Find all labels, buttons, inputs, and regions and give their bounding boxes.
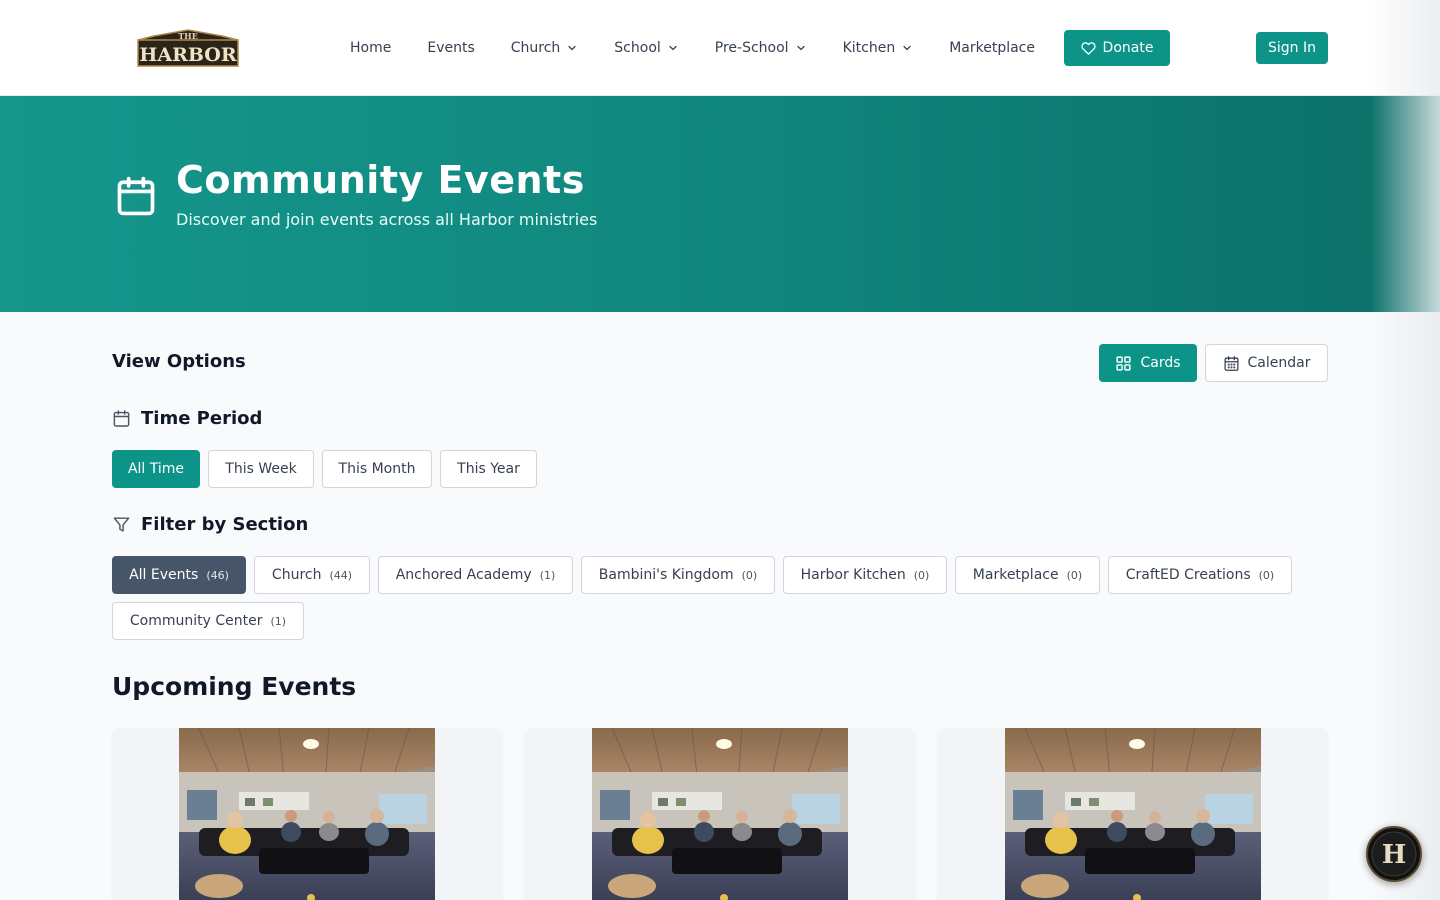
filter-chip-all-events[interactable]: All Events (46)	[112, 556, 246, 594]
filter-chip-anchored-academy[interactable]: Anchored Academy (1)	[378, 556, 573, 594]
filter-chip-label: Harbor Kitchen	[800, 567, 906, 583]
time-period-heading: Time Period	[112, 408, 262, 429]
heart-icon	[1080, 41, 1096, 55]
site-header: THE HARBOR Home Events Church School Pre-Sch…	[0, 0, 1440, 96]
filter-chip-count: (0)	[913, 568, 930, 582]
time-chip-all-time[interactable]: All Time	[112, 450, 200, 488]
badge-letter: H	[1382, 840, 1407, 870]
calendar-label: Calendar	[1247, 355, 1311, 371]
harbor-emblem-icon: H	[1371, 831, 1417, 877]
nav-item-kitchen[interactable]: Kitchen	[825, 30, 932, 66]
filter-chip-bambini-s-kingdom[interactable]: Bambini's Kingdom (0)	[581, 556, 775, 594]
event-photo	[1005, 728, 1261, 900]
chevron-down-icon	[669, 45, 677, 51]
filter-chip-label: Community Center	[129, 613, 263, 629]
event-card[interactable]	[525, 728, 915, 900]
filter-chip-label: Anchored Academy	[395, 567, 532, 583]
calendar-small-icon	[113, 410, 130, 427]
nav-item-church[interactable]: Church	[493, 30, 597, 66]
event-card[interactable]	[938, 728, 1328, 900]
time-chip-this-year[interactable]: This Year	[440, 450, 537, 488]
nav-item-home[interactable]: Home	[332, 30, 409, 66]
filter-title: Filter by Section	[141, 514, 309, 535]
nav-item-marketplace[interactable]: Marketplace	[931, 30, 1053, 66]
filter-chip-label: All Events	[129, 567, 199, 583]
filter-chip-church[interactable]: Church (44)	[254, 556, 370, 594]
page-subtitle: Discover and join events across all Harb…	[176, 210, 598, 229]
filter-chip-crafted-creations[interactable]: CraftED Creations (0)	[1108, 556, 1292, 594]
harbor-logo[interactable]: THE HARBOR	[134, 26, 242, 70]
nav-item-label: Pre-School	[714, 40, 789, 56]
filter-chip-count: (44)	[329, 568, 353, 582]
filter-chip-count: (1)	[270, 614, 287, 628]
event-photo	[592, 728, 848, 900]
sign-in-button[interactable]: Sign In	[1256, 32, 1328, 64]
logo-text-top: THE	[178, 31, 198, 41]
chevron-down-icon	[568, 45, 576, 51]
nav-item-label: School	[614, 40, 661, 56]
filter-icon	[113, 517, 130, 532]
nav-item-label: Church	[510, 40, 561, 56]
logo-text-main: HARBOR	[139, 44, 236, 66]
time-chip-this-week[interactable]: This Week	[208, 450, 314, 488]
filter-chip-count: (46)	[206, 568, 229, 582]
filter-chip-label: Church	[271, 567, 322, 583]
chevron-down-icon	[796, 45, 805, 51]
nav-item-label: Events	[427, 40, 475, 56]
filter-chip-count: (0)	[1258, 568, 1275, 582]
filter-chip-label: Bambini's Kingdom	[598, 567, 734, 583]
calendar-view-button[interactable]: Calendar	[1205, 344, 1328, 382]
time-chip-this-month[interactable]: This Month	[322, 450, 432, 488]
filter-chip-community-center[interactable]: Community Center (1)	[112, 602, 304, 640]
nav-item-label: Kitchen	[842, 40, 896, 56]
upcoming-events-title: Upcoming Events	[112, 672, 357, 701]
donate-button[interactable]: Donate	[1064, 30, 1170, 66]
nav-item-pre-school[interactable]: Pre-School	[697, 30, 825, 66]
nav-item-label: Home	[350, 40, 392, 56]
filter-chip-count: (1)	[539, 568, 556, 582]
floating-harbor-button[interactable]: H	[1366, 826, 1422, 882]
filter-chip-count: (0)	[1066, 568, 1083, 582]
grid-icon	[1116, 355, 1132, 371]
filter-heading: Filter by Section	[112, 514, 308, 535]
cards-label: Cards	[1140, 355, 1181, 371]
filter-chip-count: (0)	[741, 568, 758, 582]
page-title: Community Events	[176, 158, 585, 202]
chevron-down-icon	[903, 45, 911, 51]
event-photo	[179, 728, 435, 900]
donate-label: Donate	[1102, 40, 1154, 56]
main-nav: Home Events Church School Pre-School Kitchen M…	[332, 30, 1053, 66]
filter-chip-marketplace[interactable]: Marketplace (0)	[955, 556, 1100, 594]
filter-chip-label: CraftED Creations	[1125, 567, 1251, 583]
cards-view-button[interactable]: Cards	[1099, 344, 1197, 382]
view-options-title: View Options	[112, 351, 246, 372]
nav-item-school[interactable]: School	[596, 30, 696, 66]
time-period-title: Time Period	[141, 408, 263, 429]
filter-chip-harbor-kitchen[interactable]: Harbor Kitchen (0)	[783, 556, 947, 594]
filter-chip-label: Marketplace	[972, 567, 1059, 583]
calendar-icon	[117, 176, 155, 216]
hero-banner: Community Events Discover and join event…	[0, 96, 1440, 312]
calendar-days-icon	[1224, 355, 1239, 371]
nav-item-label: Marketplace	[949, 40, 1035, 56]
nav-item-events[interactable]: Events	[409, 30, 492, 66]
event-card[interactable]	[112, 728, 502, 900]
